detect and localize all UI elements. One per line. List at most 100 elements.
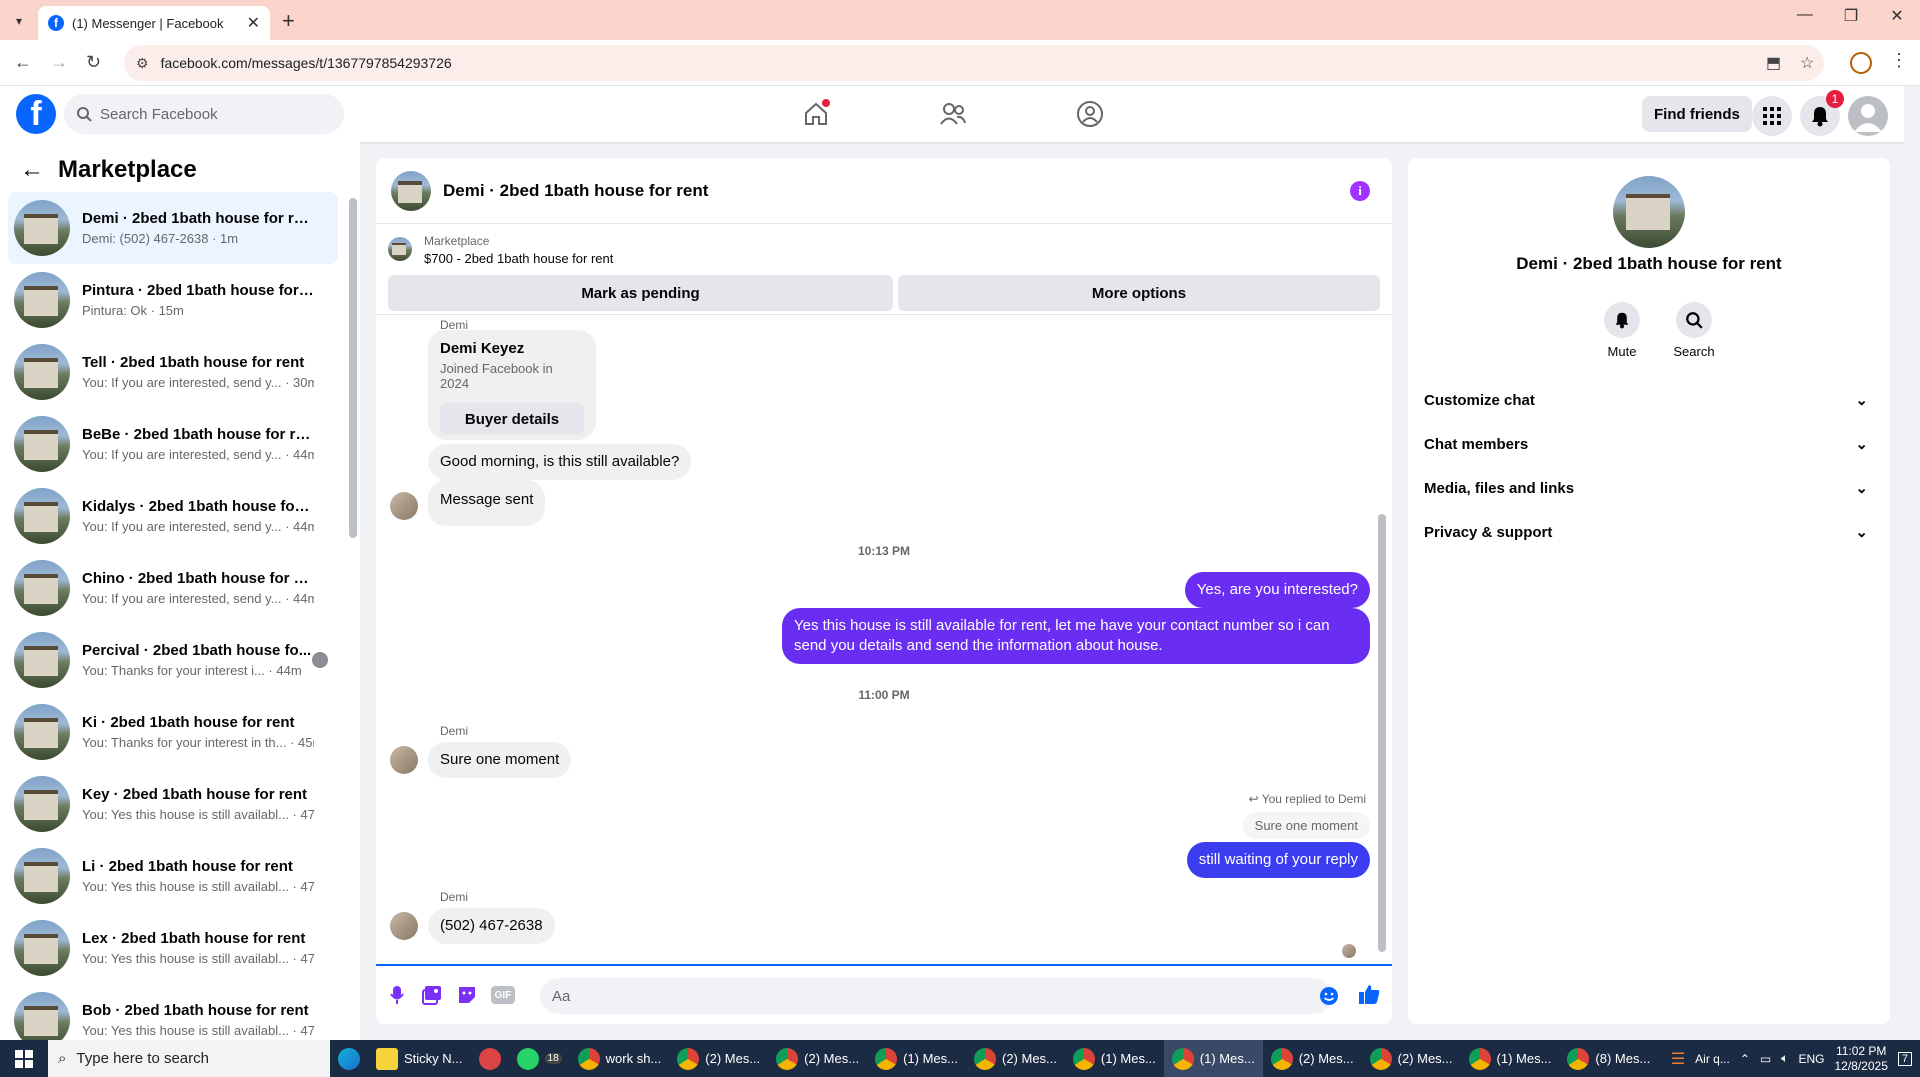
reload-icon[interactable]: ↻ — [86, 52, 101, 73]
media-files-links-row[interactable]: Media, files and links ⌄ — [1424, 466, 1874, 510]
quoted-message[interactable]: Sure one moment — [1242, 812, 1370, 839]
mark-as-pending-button[interactable]: Mark as pending — [388, 275, 893, 311]
photo-icon[interactable] — [421, 984, 443, 1006]
whatsapp-taskbar-icon[interactable]: 18 — [509, 1040, 570, 1077]
taskbar-item[interactable]: Sticky N... — [368, 1040, 471, 1077]
notifications-bell-icon[interactable]: 1 — [1800, 90, 1844, 136]
system-clock[interactable]: 11:02 PM 12/8/2025 — [1834, 1044, 1887, 1074]
info-avatar[interactable] — [1613, 176, 1685, 248]
windows-start-icon[interactable] — [0, 1040, 48, 1077]
taskbar-item[interactable]: (8) Mes... — [1559, 1040, 1658, 1077]
like-thumbs-up-icon[interactable] — [1358, 983, 1380, 1005]
language-indicator[interactable]: ENG — [1798, 1052, 1824, 1066]
taskbar-item-label: (2) Mes... — [1298, 1051, 1354, 1066]
customize-chat-row[interactable]: Customize chat ⌄ — [1424, 378, 1874, 422]
sticker-icon[interactable] — [456, 984, 478, 1006]
chat-avatar[interactable] — [391, 170, 431, 211]
conversation-info-icon[interactable]: i — [1350, 181, 1370, 201]
chat-title[interactable]: Demi · 2bed 1bath house for rent — [443, 181, 708, 201]
taskbar-item[interactable]: (2) Mes... — [1362, 1040, 1461, 1077]
conversation-item[interactable]: Pintura · 2bed 1bath house for r... Pintu… — [8, 264, 338, 336]
privacy-support-row[interactable]: Privacy & support ⌄ — [1424, 510, 1874, 554]
app-icon — [478, 1047, 501, 1070]
sender-avatar[interactable] — [390, 746, 418, 774]
notification-badge: 1 — [1826, 90, 1844, 108]
taskbar-item[interactable]: (1) Mes... — [1461, 1040, 1560, 1077]
emoji-icon[interactable] — [1318, 985, 1340, 1007]
find-friends-button[interactable]: Find friends — [1642, 96, 1752, 132]
taskbar-item[interactable]: (2) Mes... — [1263, 1040, 1362, 1077]
notification-center-icon[interactable]: 7 — [1897, 1051, 1912, 1066]
sender-avatar[interactable] — [390, 912, 418, 940]
taskbar-item[interactable]: work sh... — [570, 1040, 670, 1077]
search-in-chat-button[interactable]: Search — [1664, 302, 1724, 359]
conversation-item[interactable]: Kidalys · 2bed 1bath house for r... You: … — [8, 480, 338, 552]
chrome-profile-icon[interactable] — [1850, 52, 1872, 74]
conversation-item[interactable]: Demi · 2bed 1bath house for rent Demi: (5… — [8, 192, 338, 264]
conversation-item[interactable]: Bob · 2bed 1bath house for rent You: Yes … — [8, 984, 338, 1040]
sender-avatar[interactable] — [390, 492, 418, 520]
url-bar[interactable]: ⚙ facebook.com/messages/t/13677978542937… — [124, 45, 1824, 81]
edge-taskbar-icon[interactable] — [330, 1040, 368, 1077]
page-scrollbar[interactable] — [1904, 86, 1920, 1040]
gif-icon[interactable]: GIF — [491, 986, 515, 1004]
back-icon[interactable]: ← — [14, 52, 32, 73]
chevron-down-icon: ⌄ — [1855, 392, 1868, 409]
back-arrow-icon[interactable]: ← — [20, 156, 44, 184]
taskbar-item[interactable]: (2) Mes... — [966, 1040, 1065, 1077]
conversation-item[interactable]: Lex · 2bed 1bath house for rent You: Yes … — [8, 912, 338, 984]
conversation-item[interactable]: BeBe · 2bed 1bath house for rent You: If … — [8, 408, 338, 480]
conversation-item[interactable]: Tell · 2bed 1bath house for rent You: If … — [8, 336, 338, 408]
browser-tab-active[interactable]: f (1) Messenger | Facebook ✕ — [38, 6, 270, 40]
facebook-logo-icon[interactable]: f — [16, 94, 56, 134]
conversation-item[interactable]: Key · 2bed 1bath house for rent You: Yes … — [8, 768, 338, 840]
tab-close-icon[interactable]: ✕ — [247, 13, 260, 33]
listing-title[interactable]: $700 - 2bed 1bath house for rent — [424, 251, 613, 266]
network-icon[interactable]: ▭ — [1760, 1052, 1771, 1066]
more-options-button[interactable]: More options — [898, 275, 1380, 311]
volume-icon[interactable]: 🔈︎ — [1781, 1051, 1788, 1066]
buyer-details-button[interactable]: Buyer details — [440, 403, 584, 435]
weather-label[interactable]: Air q... — [1695, 1052, 1730, 1066]
friends-nav-icon[interactable] — [933, 96, 973, 132]
taskbar-item[interactable]: (2) Mes... — [669, 1040, 768, 1077]
mute-button[interactable]: Mute — [1592, 302, 1652, 359]
chevron-up-icon[interactable]: ⌃ — [1740, 1052, 1750, 1066]
taskbar-item[interactable] — [471, 1040, 509, 1077]
window-close-icon[interactable]: ✕ — [1874, 6, 1920, 26]
conversation-item[interactable]: Ki · 2bed 1bath house for rent You: Thank… — [8, 696, 338, 768]
taskbar-search-input[interactable]: ⌕ Type here to search — [48, 1040, 330, 1077]
restore-icon[interactable]: ❐ — [1828, 6, 1874, 26]
bookmark-star-icon[interactable]: ☆ — [1800, 53, 1814, 73]
weather-icon[interactable]: ☰ — [1671, 1049, 1685, 1069]
minimize-icon[interactable]: — — [1782, 6, 1828, 24]
conversation-name: Bob · 2bed 1bath house for rent — [82, 1002, 309, 1019]
microphone-icon[interactable] — [386, 984, 408, 1006]
chat-scrollbar[interactable] — [1378, 514, 1386, 952]
new-tab-icon[interactable]: + — [282, 8, 295, 34]
account-avatar[interactable] — [1848, 96, 1888, 136]
forward-icon[interactable]: → — [50, 52, 68, 73]
conversation-item[interactable]: Chino · 2bed 1bath house for rent You: If… — [8, 552, 338, 624]
install-app-icon[interactable]: ⬒ — [1766, 53, 1781, 73]
taskbar-item-active[interactable]: (1) Mes... — [1163, 1040, 1263, 1077]
facebook-search-input[interactable]: Search Facebook — [64, 94, 344, 134]
message-input[interactable]: Aa — [540, 978, 1332, 1014]
site-info-icon[interactable]: ⚙ — [136, 55, 149, 72]
taskbar-item[interactable]: (1) Mes... — [867, 1040, 966, 1077]
tab-search-dropdown-icon[interactable]: ▾ — [8, 10, 30, 32]
groups-nav-icon[interactable] — [1070, 96, 1110, 132]
sidebar-scrollbar[interactable] — [349, 198, 357, 538]
listing-thumbnail[interactable] — [388, 237, 412, 261]
chrome-menu-icon[interactable]: ⋮ — [1890, 50, 1908, 71]
menu-grid-icon[interactable] — [1752, 96, 1792, 136]
chat-members-row[interactable]: Chat members ⌄ — [1424, 422, 1874, 466]
conversation-item[interactable]: Percival · 2bed 1bath house fo... You: Th… — [8, 624, 338, 696]
home-nav-icon[interactable] — [796, 96, 836, 132]
taskbar-item[interactable]: (1) Mes... — [1065, 1040, 1164, 1077]
conversation-preview: You: Yes this house is still availabl...… — [82, 879, 314, 894]
taskbar-search-placeholder: Type here to search — [76, 1050, 209, 1067]
outgoing-message: Yes, are you interested? — [1184, 572, 1370, 608]
taskbar-item[interactable]: (2) Mes... — [768, 1040, 867, 1077]
conversation-item[interactable]: Li · 2bed 1bath house for rent You: Yes t… — [8, 840, 338, 912]
